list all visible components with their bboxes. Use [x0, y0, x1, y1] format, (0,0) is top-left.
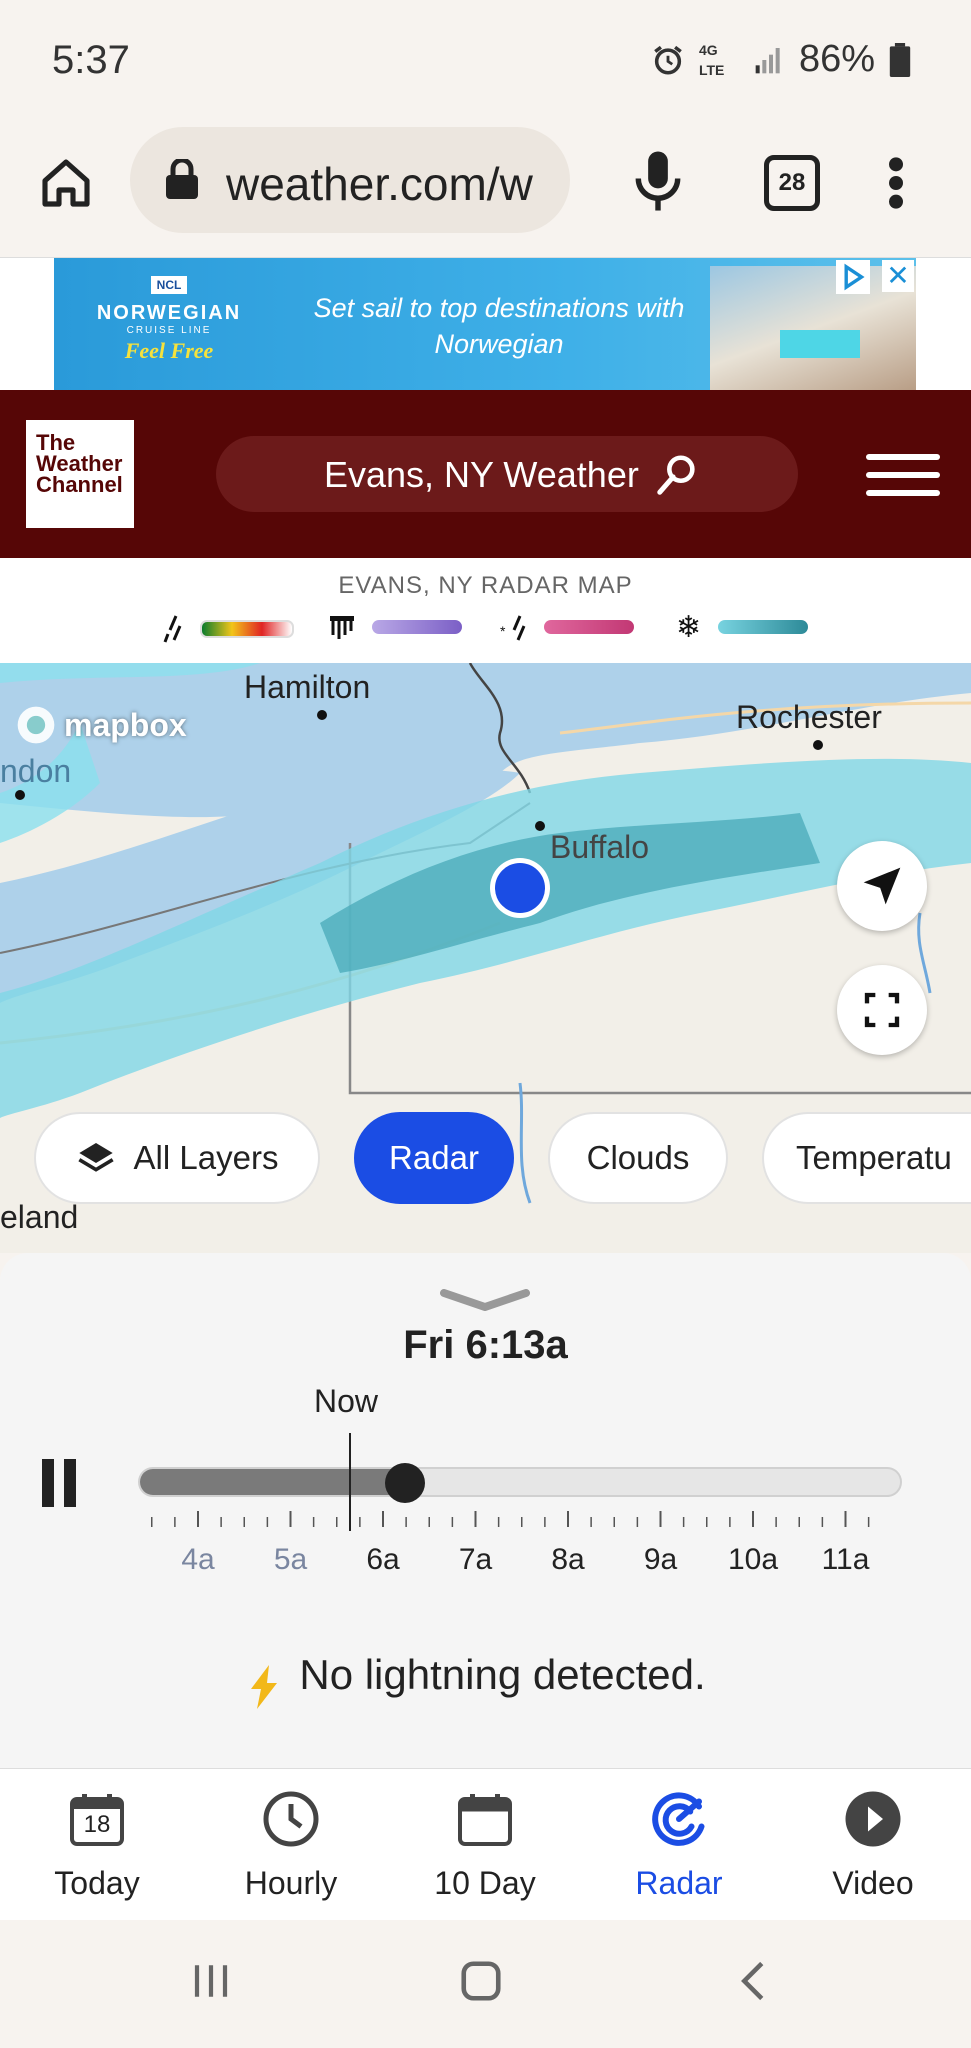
timeline-tick-label: 6a [366, 1543, 400, 1576]
timeline-slider-thumb[interactable] [385, 1463, 425, 1503]
rain-icon [163, 615, 182, 643]
ad-container: NCL NORWEGIAN CRUISE LINE Feel Free Set … [0, 258, 971, 390]
hamburger-menu-icon[interactable] [866, 452, 940, 498]
pause-icon[interactable] [40, 1459, 80, 1507]
city-label-partial-left: ndon [0, 753, 72, 789]
timeline-tick-label: 7a [458, 1543, 493, 1576]
mapbox-attribution[interactable]: mapbox [14, 703, 187, 747]
back-icon[interactable] [736, 1960, 770, 2002]
ice-icon [330, 616, 354, 639]
timeline-tick-label: 8a [551, 1543, 585, 1576]
navigation-arrow-icon [863, 867, 901, 905]
city-label-rochester: Rochester [736, 699, 882, 735]
home-button-icon[interactable] [458, 1958, 504, 2004]
radar-legend-area: EVANS, NY RADAR MAP * ❄ [0, 558, 971, 663]
search-icon [657, 455, 695, 495]
mapbox-logo-icon [17, 706, 55, 744]
calendar-icon [458, 1794, 512, 1846]
ad-choices-icon[interactable] [836, 260, 870, 294]
lock-icon [166, 159, 198, 199]
url-bar[interactable]: weather.com/w [130, 127, 570, 233]
nav-today[interactable]: 18 Today [0, 1769, 194, 1921]
clock-icon [263, 1791, 319, 1847]
nav-video-label: Video [832, 1865, 914, 1901]
city-label-partial-bottom: eland [0, 1199, 79, 1235]
svg-text:*: * [500, 623, 506, 639]
timeline-tick-label: 4a [181, 1543, 215, 1576]
ad-brand-tagline: Feel Free [124, 338, 214, 363]
timeline-slider-track[interactable] [138, 1467, 902, 1497]
mix-legend-bar [544, 620, 634, 634]
radar-timeline-sheet: Fri 6:13a Now 4a 5a 6a 7a 8a 9a 10a 11a No ligh… [0, 1253, 971, 1768]
timeline-tick-label: 11a [821, 1543, 870, 1576]
nav-10-day-label: 10 Day [434, 1865, 536, 1901]
nav-hourly[interactable]: Hourly [194, 1769, 388, 1921]
all-layers-chip[interactable]: All Layers [34, 1112, 320, 1204]
today-date: 18 [83, 1811, 111, 1838]
status-bar: 5:37 4G LTE 86% [0, 0, 971, 125]
status-icons: 4G LTE 86% [651, 38, 911, 81]
ad-brand: NCL NORWEGIAN CRUISE LINE Feel Free [84, 276, 254, 364]
ad-brand-sub: CRUISE LINE [126, 325, 212, 336]
lightning-status: No lightning detected. [299, 1651, 706, 1698]
system-navigation-bar [0, 1920, 971, 2048]
timeline-slider-progress [140, 1469, 407, 1495]
fullscreen-button[interactable] [837, 965, 927, 1055]
timeline-timestamp: Fri 6:13a [403, 1323, 568, 1367]
status-time: 5:37 [52, 38, 130, 82]
city-label-hamilton: Hamilton [244, 669, 371, 705]
timeline-ticks [151, 1511, 870, 1527]
tab-switcher-button[interactable]: 28 [764, 155, 820, 211]
radar-layer-chip[interactable]: Radar [354, 1112, 514, 1204]
nav-radar-label: Radar [635, 1865, 723, 1901]
play-circle-icon [845, 1791, 901, 1847]
network-type: 4G LTE [698, 41, 725, 78]
url-text: weather.com/w [226, 158, 533, 210]
location-search-text: Evans, NY Weather [324, 454, 639, 495]
nav-video[interactable]: Video [776, 1769, 970, 1921]
all-layers-label: All Layers [133, 1139, 279, 1176]
timeline-tick-label: 10a [727, 1543, 779, 1576]
timeline-tick-label: 9a [643, 1543, 678, 1576]
ad-banner[interactable]: NCL NORWEGIAN CRUISE LINE Feel Free Set … [54, 258, 916, 390]
location-search[interactable]: Evans, NY Weather [216, 436, 798, 512]
snow-icon: ❄ [676, 611, 702, 644]
microphone-icon[interactable] [632, 149, 684, 213]
snow-legend-bar [718, 620, 808, 634]
home-icon[interactable] [38, 155, 94, 211]
nav-hourly-label: Hourly [244, 1865, 338, 1901]
ad-brand-badge: NCL [150, 276, 188, 294]
nav-today-label: Today [54, 1865, 140, 1901]
ad-close-icon[interactable]: ✕ [882, 260, 914, 292]
city-label-buffalo: Buffalo [550, 829, 650, 865]
now-marker-label: Now [314, 1383, 379, 1419]
clouds-layer-chip[interactable]: Clouds [548, 1112, 728, 1204]
nav-10-day[interactable]: 10 Day [388, 1769, 582, 1921]
site-header: The Weather Channel Evans, NY Weather [0, 390, 971, 558]
nav-radar[interactable]: Radar [582, 1769, 776, 1921]
temperature-layer-chip[interactable]: Temperatu [762, 1112, 971, 1204]
mix-icon: * [500, 615, 526, 641]
ice-legend-bar [372, 620, 462, 634]
sheet-handle-chevron-icon[interactable] [440, 1289, 530, 1311]
more-menu-icon[interactable] [876, 155, 916, 211]
ad-brand-name: NORWEGIAN [96, 302, 242, 324]
ad-text: Set sail to top destinations with Norweg… [313, 293, 685, 359]
battery-percent: 86% [798, 38, 875, 80]
battery-icon [889, 42, 911, 77]
timeline-tick-label: 5a [273, 1543, 308, 1576]
alarm-icon [654, 45, 682, 75]
twc-logo[interactable]: The Weather Channel [26, 420, 134, 528]
rain-legend-bar [200, 620, 294, 638]
signal-icon [755, 47, 780, 73]
recent-apps-icon[interactable] [190, 1960, 232, 2002]
radar-icon [652, 1792, 705, 1846]
mapbox-label: mapbox [64, 706, 187, 743]
layers-icon [77, 1143, 114, 1172]
browser-toolbar: weather.com/w 28 [0, 125, 971, 258]
fullscreen-icon [864, 992, 900, 1028]
radar-map-title: EVANS, NY RADAR MAP [338, 572, 633, 599]
bottom-navigation: 18 Today Hourly 10 Day Radar Video [0, 1768, 971, 1921]
locate-me-button[interactable] [837, 841, 927, 931]
